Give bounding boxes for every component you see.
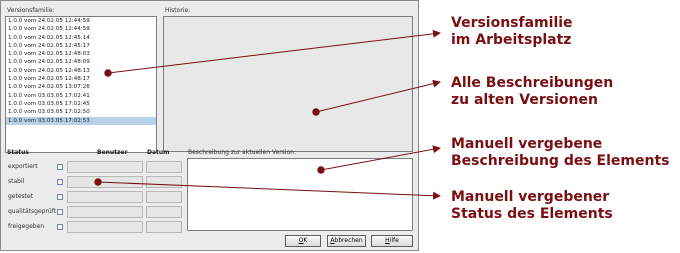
annotation-status: Manuell vergebener Status des Elements [451,189,613,222]
arrow-beschreibung [320,145,441,171]
anchor-dot [104,69,112,77]
anchor-dot [94,178,102,186]
annotation-beschreibung: Manuell vergebene Beschreibung des Eleme… [451,136,670,169]
annotation-versionsfamilie: Versionsfamilie im Arbeitsplatz [451,15,573,48]
arrow-status [97,181,441,200]
arrow-versionsfamilie [107,29,441,74]
anchor-dot [312,108,320,116]
arrow-historie [315,79,441,113]
annotation-historie: Alle Beschreibungen zu alten Versionen [451,75,614,108]
anchor-dot [317,166,325,174]
